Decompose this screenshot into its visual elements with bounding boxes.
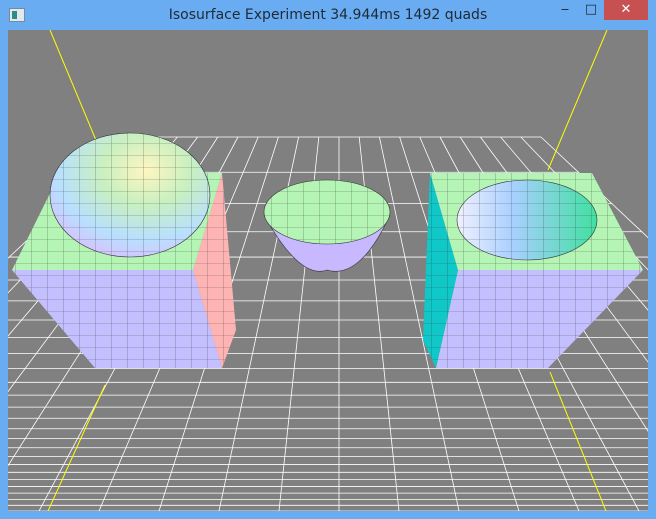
maximize-button[interactable]: □ bbox=[578, 0, 604, 20]
title-bar[interactable]: Isosurface Experiment 34.944ms 1492 quad… bbox=[0, 0, 656, 30]
scene bbox=[8, 30, 648, 511]
3d-viewport[interactable] bbox=[8, 30, 648, 511]
left-box bbox=[12, 132, 236, 368]
close-button[interactable]: ✕ bbox=[604, 0, 648, 20]
middle-disk bbox=[263, 179, 391, 272]
minimize-button[interactable]: ‒ bbox=[552, 0, 578, 20]
